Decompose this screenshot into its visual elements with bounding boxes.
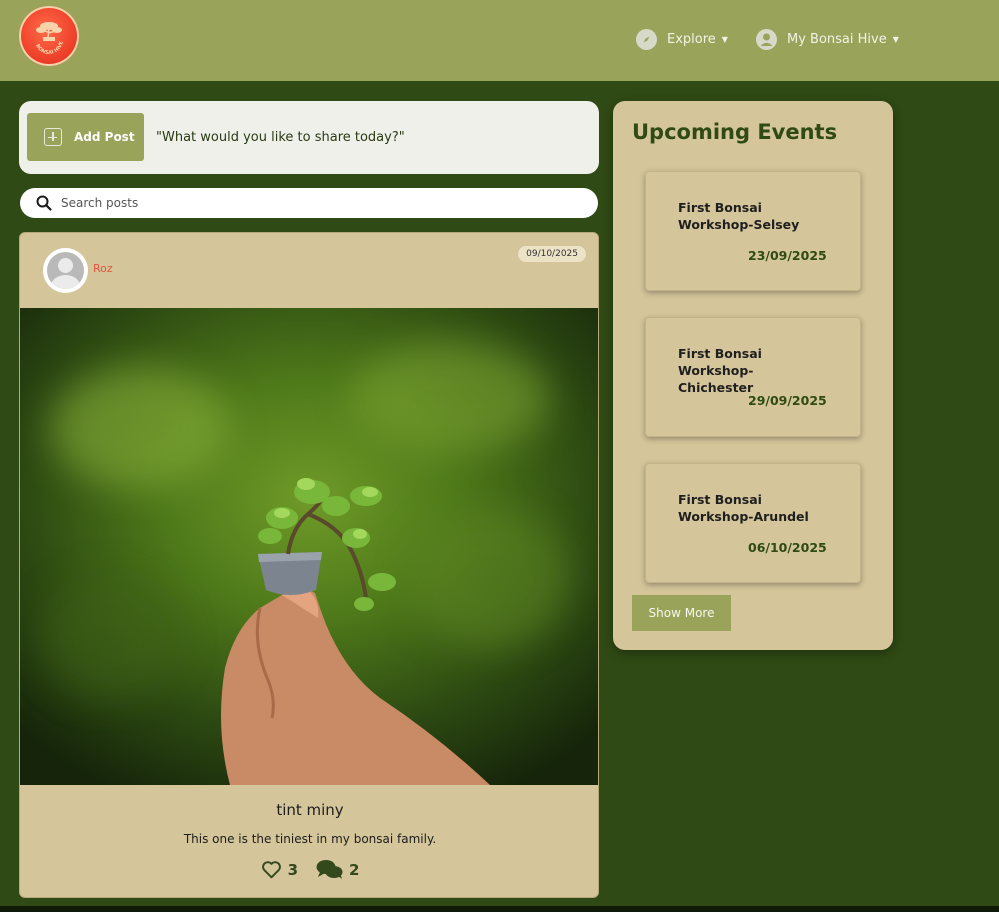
- event-date: 29/09/2025: [748, 393, 827, 408]
- hive-label: My Bonsai Hive: [787, 31, 887, 47]
- post-date: 09/10/2025: [518, 246, 586, 262]
- composer-prompt[interactable]: "What would you like to share today?": [156, 130, 405, 145]
- svg-text:BONSAI HIVE: BONSAI HIVE: [34, 40, 65, 56]
- event-card[interactable]: First Bonsai Workshop-Selsey 23/09/2025: [645, 171, 861, 291]
- post-author[interactable]: Roz: [93, 262, 113, 275]
- bonsai-hive-logo[interactable]: BONSAI HIVE: [19, 6, 79, 66]
- post-composer: Add Post "What would you like to share t…: [19, 101, 599, 174]
- avatar[interactable]: [43, 248, 88, 293]
- comments-icon: [316, 860, 343, 879]
- compass-icon: [636, 28, 657, 50]
- comments-button[interactable]: 2: [316, 859, 359, 880]
- post-body: This one is the tiniest in my bonsai fam…: [183, 832, 437, 846]
- comment-count: 2: [349, 860, 360, 879]
- upcoming-events-panel: Upcoming Events First Bonsai Workshop-Se…: [613, 101, 893, 650]
- search-bar: [20, 188, 598, 218]
- chevron-down-icon: ▼: [892, 34, 899, 44]
- event-date: 23/09/2025: [748, 248, 827, 263]
- top-navbar: BONSAI HIVE Explore ▼ My Bonsai Hive ▼: [0, 0, 999, 81]
- post-title: tint miny: [276, 801, 344, 819]
- explore-label: Explore: [667, 31, 716, 47]
- heart-icon: [261, 861, 281, 879]
- search-input[interactable]: [61, 196, 541, 210]
- event-card[interactable]: First Bonsai Workshop-Chichester 29/09/2…: [645, 317, 861, 437]
- logo-text: BONSAI HIVE: [34, 40, 65, 56]
- add-post-label: Add Post: [74, 130, 135, 144]
- events-title: Upcoming Events: [632, 120, 838, 144]
- post-actions: 3 2: [20, 859, 598, 880]
- like-count: 3: [287, 860, 298, 879]
- post-image[interactable]: [20, 308, 599, 785]
- my-bonsai-hive-menu[interactable]: My Bonsai Hive ▼: [756, 26, 899, 52]
- chevron-down-icon: ▼: [721, 34, 728, 44]
- user-icon: [756, 28, 777, 50]
- bonsai-tree-icon: BONSAI HIVE: [34, 22, 65, 56]
- event-date: 06/10/2025: [748, 540, 827, 555]
- event-name: First Bonsai Workshop-Selsey: [678, 200, 800, 232]
- add-post-button[interactable]: Add Post: [27, 113, 144, 161]
- explore-menu[interactable]: Explore ▼: [636, 26, 728, 52]
- event-name: First Bonsai Workshop-Arundel: [678, 492, 809, 524]
- footer-divider: [0, 906, 999, 912]
- event-name: First Bonsai Workshop-Chichester: [678, 346, 762, 395]
- like-button[interactable]: 3: [261, 860, 298, 879]
- event-card[interactable]: First Bonsai Workshop-Arundel 06/10/2025: [645, 463, 861, 583]
- search-icon: [36, 195, 52, 211]
- plus-square-icon: [44, 128, 62, 146]
- show-more-button[interactable]: Show More: [632, 595, 731, 631]
- post-card: Roz 09/10/2025 tint miny This one is the…: [19, 232, 599, 898]
